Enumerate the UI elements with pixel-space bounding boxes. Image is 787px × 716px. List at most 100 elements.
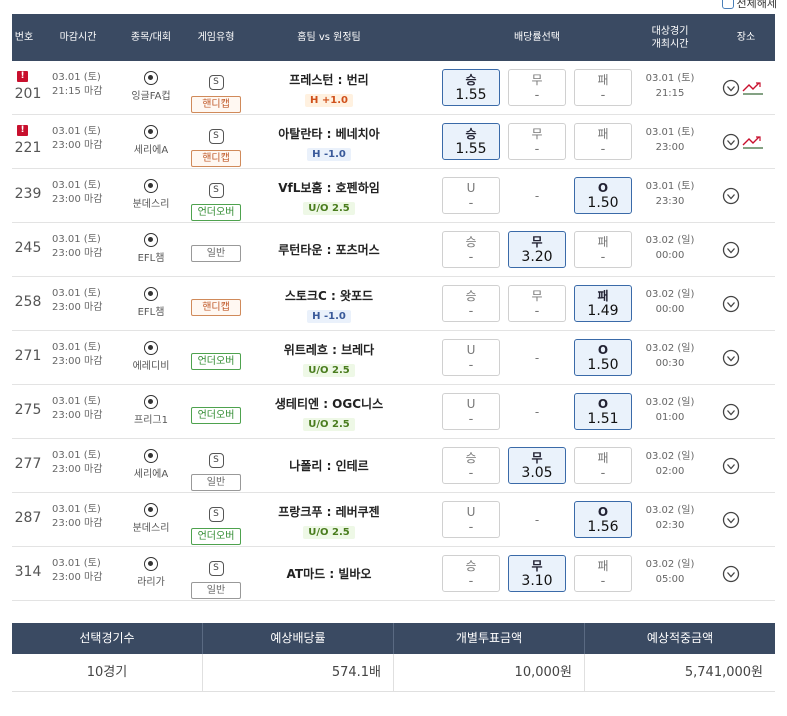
odds-button[interactable]: U- — [442, 393, 500, 430]
trend-chart-icon[interactable] — [742, 80, 764, 96]
soccer-ball-icon — [144, 125, 158, 139]
select-all-toggle[interactable]: 전체해제 — [721, 0, 777, 11]
teams-label: 프랑크푸 : 레버쿠젠 — [278, 505, 380, 519]
place-cell — [718, 454, 774, 478]
odds-button[interactable]: 승 1.55 — [442, 69, 500, 106]
odds-button[interactable]: 승- — [442, 555, 500, 592]
odds-button[interactable]: 패- — [574, 123, 632, 160]
select-all-label: 전체해제 — [736, 0, 777, 10]
match-teams: 스토크C : 왓포드 H -1.0 — [244, 287, 414, 323]
odds-button[interactable]: U- — [442, 177, 500, 214]
checkbox-icon[interactable] — [721, 0, 734, 9]
place-cell — [718, 184, 774, 208]
place-cell — [718, 76, 774, 100]
league: EFL챔 — [121, 287, 181, 318]
odds-value: - — [468, 304, 474, 319]
odds-label: 패 — [597, 235, 609, 249]
odds-value: - — [468, 412, 474, 427]
location-pin-icon[interactable] — [722, 187, 740, 205]
odds-button[interactable]: 무 3.05 — [508, 447, 566, 484]
location-pin-icon[interactable] — [722, 403, 740, 421]
match-time: 03.02 (일) 01:00 — [630, 395, 710, 425]
deadline: 03.01 (토) 23:00 마감 — [52, 179, 132, 207]
odds-label: 승 — [465, 289, 477, 303]
match-start: 02:30 — [655, 520, 685, 531]
deadline: 03.01 (토) 23:00 마감 — [52, 395, 132, 423]
odds-button[interactable]: 승 1.55 — [442, 123, 500, 160]
teams-label: 스토크C : 왓포드 — [284, 289, 374, 303]
match-date: 03.02 (일) — [645, 235, 695, 246]
match-teams: 루턴타운 : 포츠머스 — [244, 241, 414, 258]
match-teams: VfL보훔 : 호펜하임 U/O 2.5 — [244, 179, 414, 215]
odds-button[interactable]: O 1.56 — [574, 501, 632, 538]
odds-label: U — [466, 397, 476, 411]
location-pin-icon[interactable] — [722, 133, 740, 151]
bet-amount: 10,000원 — [394, 654, 585, 691]
odds-value: - — [600, 142, 606, 157]
odds-label: - — [534, 405, 540, 419]
odds-button[interactable]: - — [508, 339, 566, 376]
odds-label: 패 — [597, 289, 609, 303]
odds-button[interactable]: - — [508, 393, 566, 430]
match-start: 23:00 — [655, 142, 685, 153]
summary-header: 선택경기수 예상배당률 개별투표금액 예상적중금액 — [12, 623, 775, 654]
match-number: 287 — [14, 510, 42, 526]
match-number: 221 — [14, 140, 42, 156]
odds-button[interactable]: 패- — [574, 231, 632, 268]
location-pin-icon[interactable] — [722, 511, 740, 529]
teams-label: AT마드 : 빌바오 — [286, 567, 372, 581]
odds-button[interactable]: - — [508, 177, 566, 214]
odds-button[interactable]: O 1.51 — [574, 393, 632, 430]
odds-value: 3.20 — [521, 249, 553, 265]
header-teams: 홈팀 vs 원정팀 — [297, 32, 361, 43]
deadline: 03.01 (토) 23:00 마감 — [52, 233, 132, 261]
match-teams: AT마드 : 빌바오 — [244, 565, 414, 582]
deadline-date: 03.01 (토) — [52, 234, 101, 245]
deadline-time: 23:00 마감 — [52, 140, 103, 151]
odds-button[interactable]: 패 1.49 — [574, 285, 632, 322]
odds-button[interactable]: U- — [442, 501, 500, 538]
odds-button[interactable]: 무- — [508, 69, 566, 106]
location-pin-icon[interactable] — [722, 457, 740, 475]
teams-label: 나폴리 : 인테르 — [289, 459, 369, 473]
match-number: 275 — [14, 402, 42, 418]
match-date: 03.02 (일) — [645, 397, 695, 408]
odds-button[interactable]: 패- — [574, 447, 632, 484]
deadline-time: 23:00 마감 — [52, 194, 103, 205]
special-s-icon: S — [208, 129, 224, 144]
game-type-badge: 일반 — [191, 245, 241, 262]
odds-button[interactable]: 무 3.10 — [508, 555, 566, 592]
odds-button[interactable]: 무- — [508, 285, 566, 322]
summary-table: 선택경기수 예상배당률 개별투표금액 예상적중금액 10경기 574.1배 10… — [12, 623, 775, 692]
location-pin-icon[interactable] — [722, 295, 740, 313]
odds-button[interactable]: 승- — [442, 231, 500, 268]
odds-button[interactable]: O 1.50 — [574, 177, 632, 214]
odds-button[interactable]: 승- — [442, 447, 500, 484]
location-pin-icon[interactable] — [722, 241, 740, 259]
match-date: 03.02 (일) — [645, 559, 695, 570]
odds-label: 승 — [465, 559, 477, 573]
soccer-ball-icon — [144, 179, 158, 193]
match-teams: 프레스턴 : 번리 H +1.0 — [244, 71, 414, 107]
odds-label: 패 — [597, 451, 609, 465]
odds-button[interactable]: 패- — [574, 69, 632, 106]
odds-value: 1.55 — [455, 141, 487, 157]
location-pin-icon[interactable] — [722, 565, 740, 583]
soccer-ball-icon — [144, 557, 158, 571]
match-start: 23:30 — [655, 196, 685, 207]
odds-button[interactable]: - — [508, 501, 566, 538]
location-pin-icon[interactable] — [722, 79, 740, 97]
odds-button[interactable]: 무 3.20 — [508, 231, 566, 268]
odds-button[interactable]: 무- — [508, 123, 566, 160]
odds-button[interactable]: U- — [442, 339, 500, 376]
deadline-date: 03.01 (토) — [52, 126, 101, 137]
odds-button[interactable]: O 1.50 — [574, 339, 632, 376]
odds-button[interactable]: 패- — [574, 555, 632, 592]
place-cell — [718, 562, 774, 586]
summary-header-cell: 예상배당률 — [203, 623, 394, 654]
trend-chart-icon[interactable] — [742, 134, 764, 150]
location-pin-icon[interactable] — [722, 349, 740, 367]
odds-button[interactable]: 승- — [442, 285, 500, 322]
deadline-date: 03.01 (토) — [52, 396, 101, 407]
place-cell — [718, 292, 774, 316]
